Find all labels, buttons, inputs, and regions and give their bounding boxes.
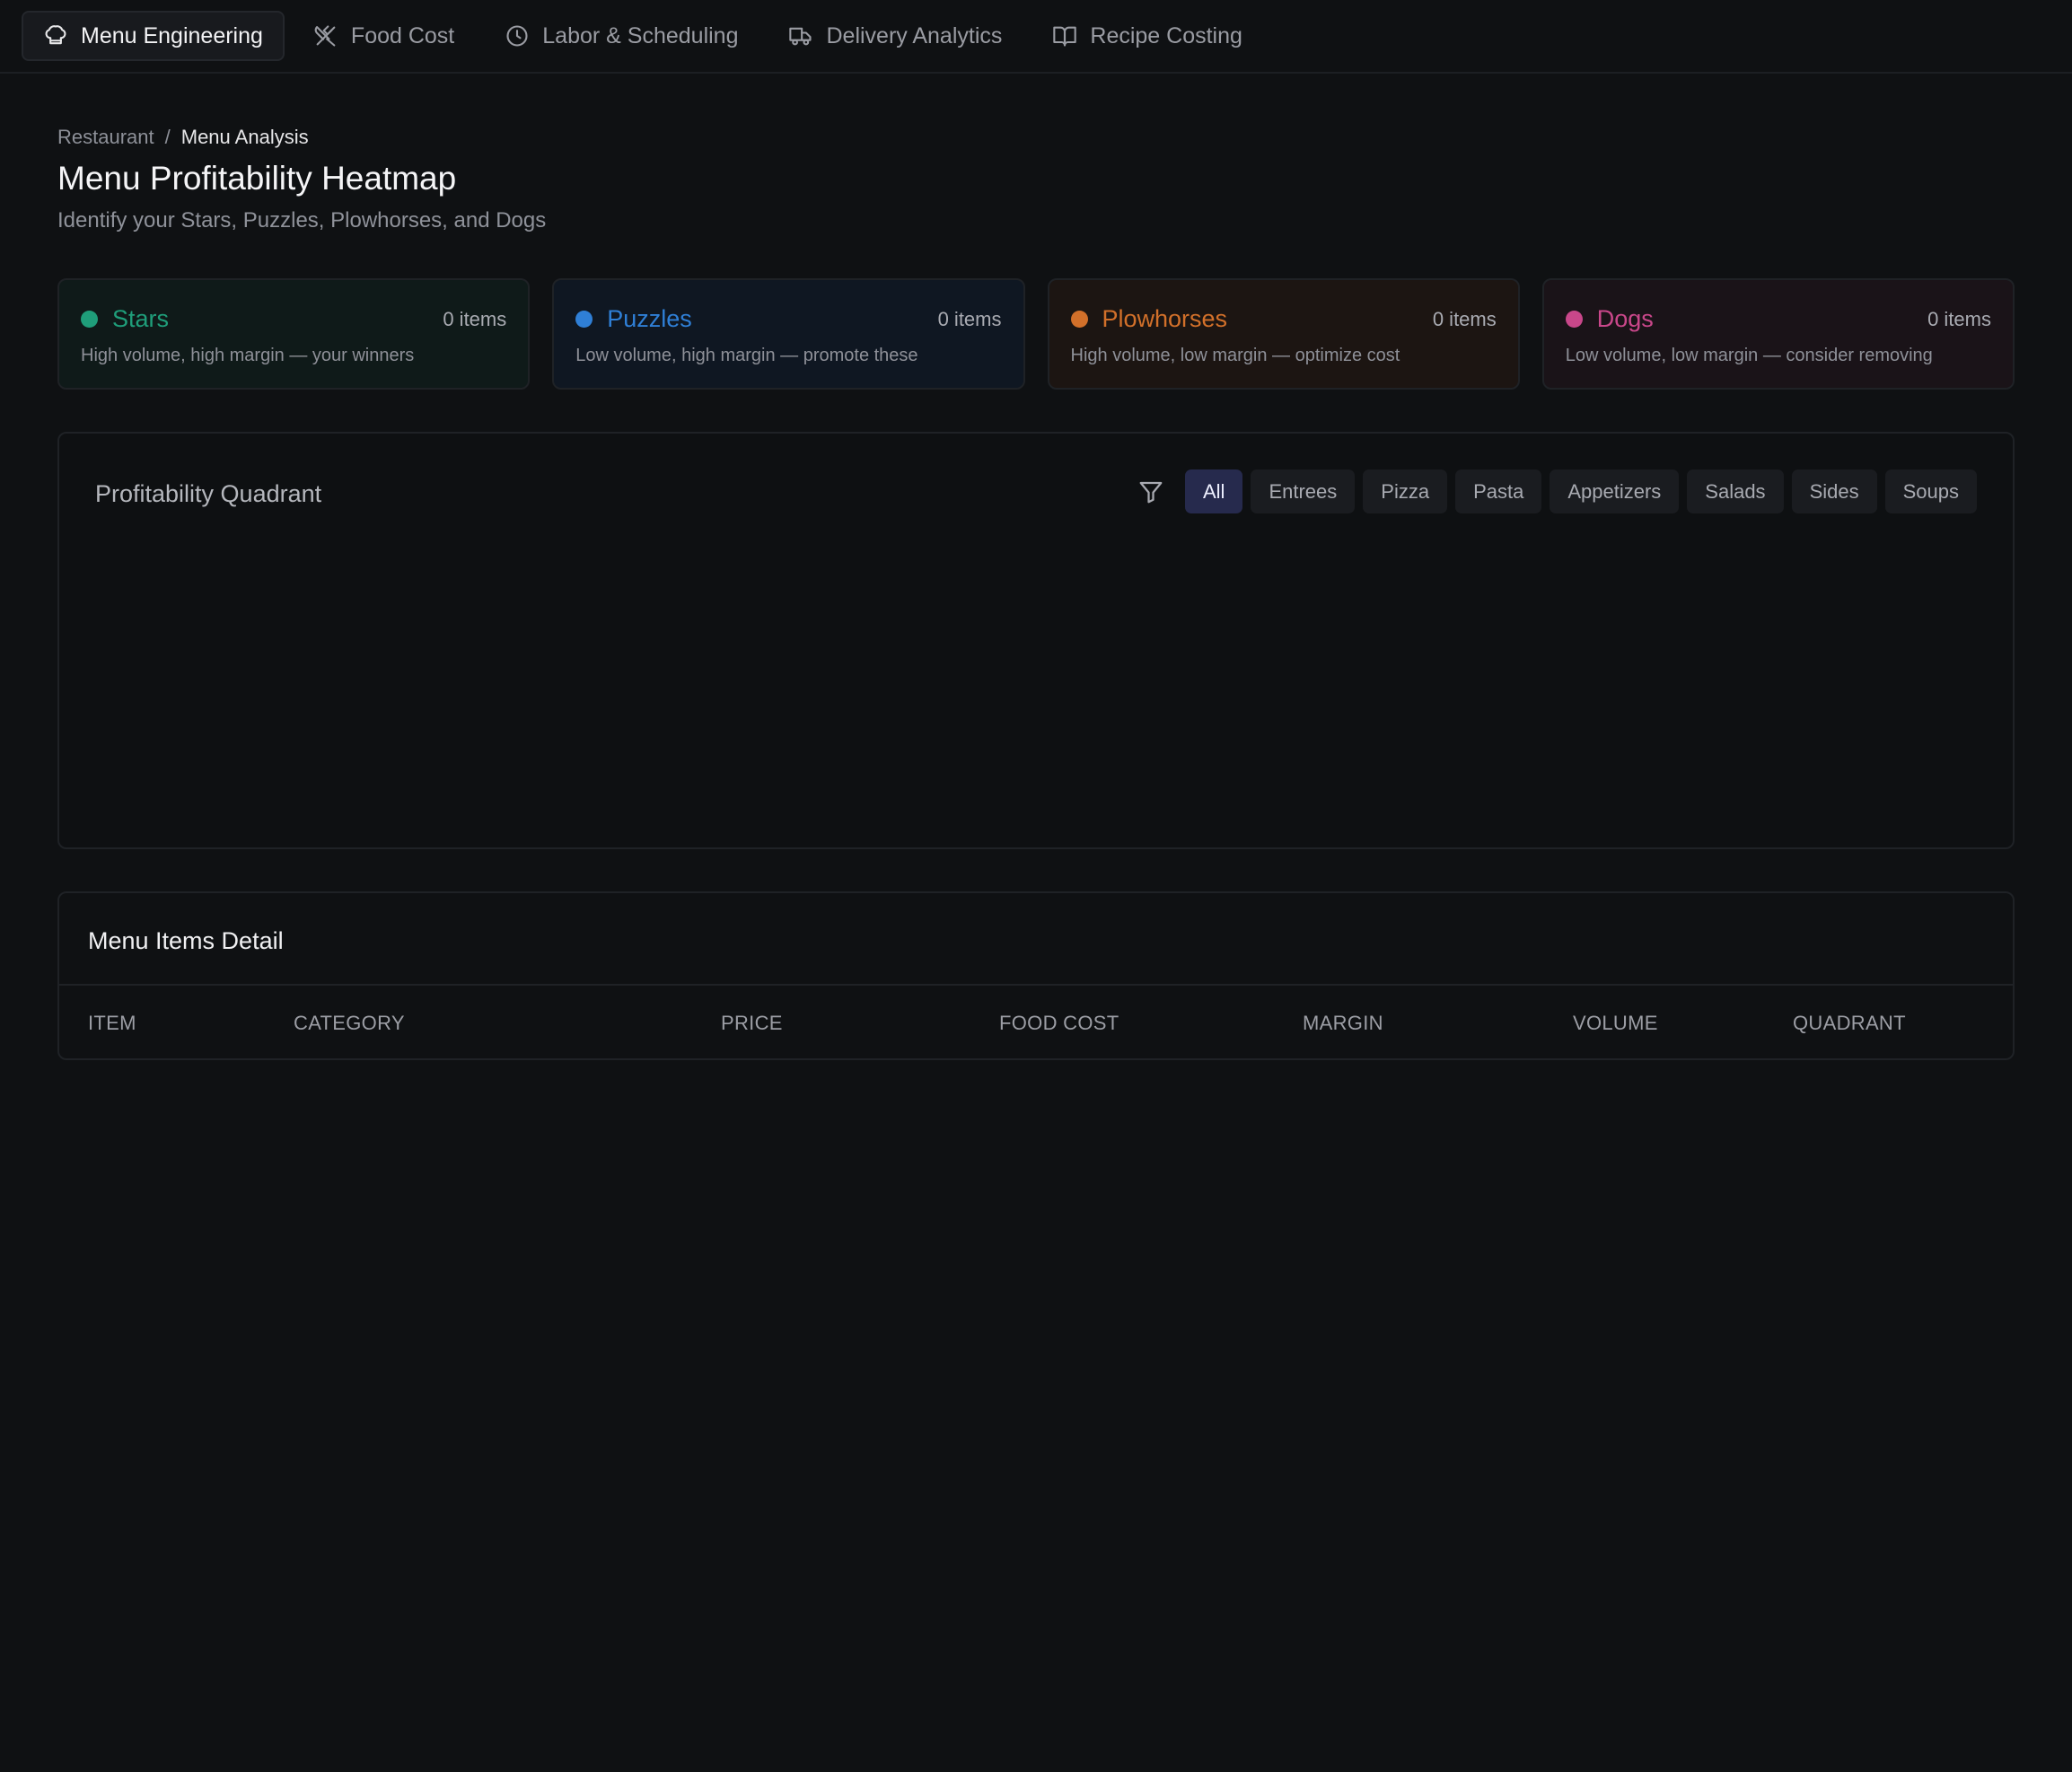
filter-all[interactable]: All	[1184, 469, 1243, 513]
card-description: High volume, low margin — optimize cost	[1070, 346, 1400, 365]
card-count: 0 items	[443, 307, 507, 330]
tab-menu-engineering[interactable]: Menu Engineering	[22, 11, 285, 61]
filter-entrees[interactable]: Entrees	[1251, 469, 1356, 513]
tab-label: Labor & Scheduling	[542, 22, 739, 48]
card-description: Low volume, high margin — promote these	[575, 346, 918, 365]
filter-salads[interactable]: Salads	[1687, 469, 1784, 513]
category-filters: All Entrees Pizza Pasta Appetizers Salad…	[1137, 469, 1977, 513]
tab-food-cost[interactable]: Food Cost	[292, 11, 476, 61]
quadrant-title: Profitability Quadrant	[95, 480, 322, 507]
card-description: High volume, high margin — your winners	[81, 346, 415, 365]
plowhorses-dot-icon	[1070, 311, 1088, 328]
dogs-dot-icon	[1565, 311, 1583, 328]
top-nav: Menu Engineering Food Cost Labor & Sched…	[0, 0, 2072, 74]
chef-hat-icon	[45, 25, 66, 45]
card-dogs: Dogs 0 items Low volume, low margin — co…	[1541, 278, 2015, 390]
column-header-food-cost[interactable]: FOOD COST	[999, 1012, 1119, 1035]
tab-label: Delivery Analytics	[826, 22, 1003, 48]
card-description: Low volume, low margin — consider removi…	[1565, 346, 1933, 365]
card-plowhorses: Plowhorses 0 items High volume, low marg…	[1047, 278, 1520, 390]
stars-dot-icon	[81, 311, 98, 328]
tab-labor-scheduling[interactable]: Labor & Scheduling	[483, 11, 759, 61]
card-name: Stars	[112, 305, 170, 332]
tab-recipe-costing[interactable]: Recipe Costing	[1031, 11, 1264, 61]
breadcrumb-parent[interactable]: Restaurant	[57, 126, 154, 149]
column-header-category[interactable]: CATEGORY	[294, 1012, 405, 1035]
breadcrumb: Restaurant / Menu Analysis	[57, 126, 309, 149]
card-count: 0 items	[1927, 307, 1991, 330]
column-header-quadrant[interactable]: QUADRANT	[1793, 1012, 1906, 1035]
card-name: Plowhorses	[1102, 305, 1228, 332]
filter-icon	[1139, 481, 1163, 503]
quadrant-summary-cards: Stars 0 items High volume, high margin —…	[57, 278, 2015, 390]
utensils-crossed-icon	[314, 25, 336, 47]
page-subtitle: Identify your Stars, Puzzles, Plowhorses…	[57, 208, 547, 232]
puzzles-dot-icon	[575, 311, 593, 328]
filter-soups[interactable]: Soups	[1884, 469, 1977, 513]
breadcrumb-separator: /	[164, 126, 171, 148]
column-header-item[interactable]: ITEM	[88, 1012, 136, 1035]
book-open-icon	[1053, 26, 1077, 47]
card-count: 0 items	[1432, 307, 1497, 330]
tab-label: Recipe Costing	[1090, 22, 1242, 48]
detail-title: Menu Items Detail	[88, 927, 284, 954]
clock-icon	[506, 25, 528, 47]
truck-icon	[789, 27, 812, 46]
column-header-margin[interactable]: MARGIN	[1303, 1012, 1383, 1035]
table-divider	[59, 984, 2013, 986]
card-name: Puzzles	[607, 305, 692, 332]
tab-label: Food Cost	[350, 22, 455, 48]
column-header-price[interactable]: PRICE	[721, 1012, 783, 1035]
column-header-volume[interactable]: VOLUME	[1573, 1012, 1658, 1035]
card-puzzles: Puzzles 0 items Low volume, high margin …	[552, 278, 1025, 390]
page-title: Menu Profitability Heatmap	[57, 160, 457, 197]
filter-sides[interactable]: Sides	[1791, 469, 1877, 513]
profitability-quadrant-panel: Profitability Quadrant All Entrees Pizza…	[57, 432, 2015, 849]
breadcrumb-current: Menu Analysis	[180, 126, 309, 148]
card-count: 0 items	[937, 307, 1002, 330]
card-name: Dogs	[1596, 305, 1654, 332]
card-stars: Stars 0 items High volume, high margin —…	[57, 278, 531, 390]
tab-label: Menu Engineering	[81, 22, 263, 48]
filter-appetizers[interactable]: Appetizers	[1550, 469, 1680, 513]
tab-delivery-analytics[interactable]: Delivery Analytics	[767, 11, 1023, 61]
menu-items-detail-table: Menu Items Detail ITEM CATEGORY PRICE FO…	[57, 891, 2015, 1060]
filter-pasta[interactable]: Pasta	[1455, 469, 1542, 513]
filter-pizza[interactable]: Pizza	[1363, 469, 1448, 513]
